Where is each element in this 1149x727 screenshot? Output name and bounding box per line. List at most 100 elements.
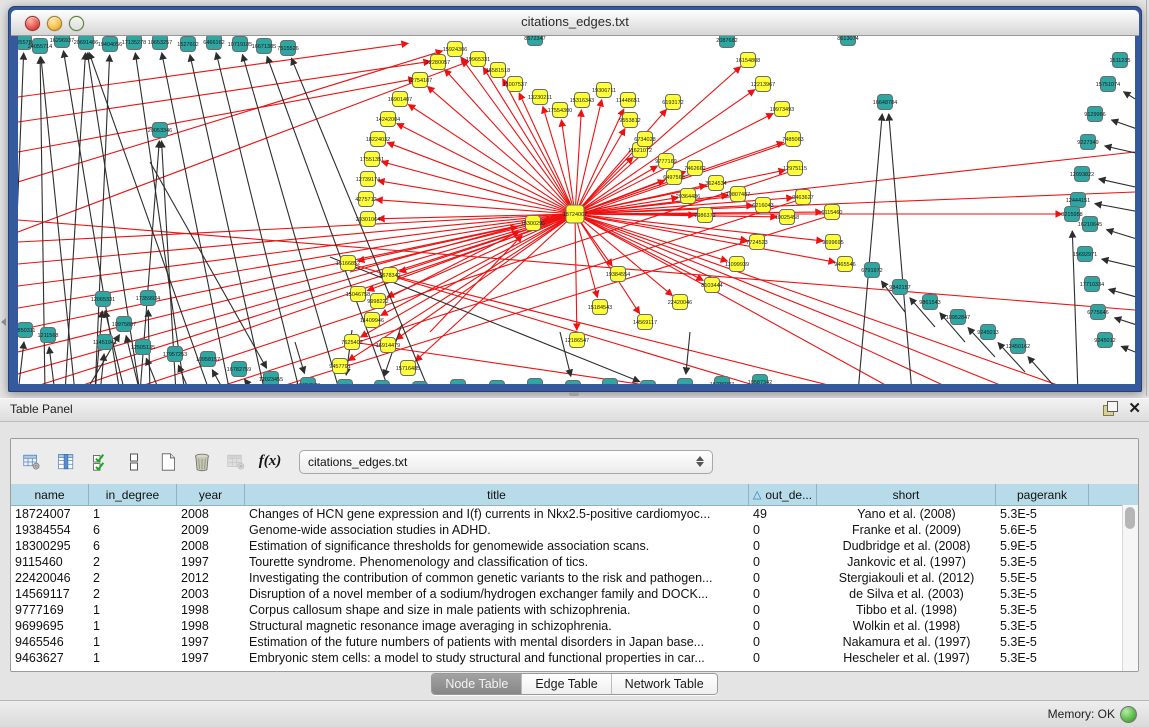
graph-node[interactable]: 17359934 (136, 291, 160, 306)
graph-node[interactable]: 9842157 (889, 280, 910, 295)
table-row[interactable]: 977716911998Corpus callosum shape and si… (11, 602, 1138, 618)
graph-node[interactable]: 13230211 (528, 90, 552, 105)
column-header-name[interactable]: name (11, 484, 89, 505)
graph-node[interactable]: 6216043 (752, 198, 773, 213)
graph-node[interactable]: 2087682 (716, 36, 737, 48)
column-header-title[interactable]: title (245, 484, 749, 505)
graph-node[interactable]: 15184543 (588, 300, 612, 315)
graph-node[interactable]: 9463627 (792, 190, 813, 205)
graph-node[interactable]: 9634521 (674, 379, 695, 385)
graph-node[interactable]: 9129966 (1084, 107, 1105, 122)
graph-node[interactable]: 15924306 (443, 42, 467, 57)
graph-node[interactable]: 6497568 (663, 170, 684, 185)
graph-node[interactable]: 11448651 (616, 93, 640, 108)
graph-node[interactable]: 12093822 (1070, 167, 1094, 182)
network-canvas[interactable]: 2228005712754187169014071424200418224032… (18, 36, 1135, 384)
graph-node[interactable]: 5678342 (379, 268, 400, 283)
graph-node[interactable]: 10587342 (748, 375, 772, 385)
graph-node[interactable]: 9245013 (977, 325, 998, 340)
graph-node[interactable]: 12023485 (485, 381, 509, 385)
graph-node[interactable]: 7724523 (746, 235, 767, 250)
graph-node[interactable]: 19965331 (466, 52, 490, 67)
graph-node[interactable]: 17551351 (360, 152, 384, 167)
graph-node[interactable]: 17957253 (163, 347, 187, 362)
delete-table-button[interactable] (187, 446, 217, 478)
graph-node[interactable]: 16154808 (736, 53, 760, 68)
table-vertical-scrollbar[interactable] (1122, 505, 1138, 671)
graph-node[interactable]: 9457791 (329, 359, 350, 374)
graph-node[interactable]: 6466162 (203, 36, 224, 50)
graph-node[interactable]: 10975887 (112, 317, 136, 332)
graph-node[interactable]: 7485063 (782, 132, 803, 147)
graph-node[interactable]: 16671385 (252, 39, 276, 54)
graph-node[interactable]: 7986372 (694, 208, 715, 223)
graph-node[interactable]: 11099939 (725, 257, 749, 272)
graph-node[interactable]: 15716485 (396, 361, 420, 376)
graph-node[interactable]: 1211568 (37, 328, 58, 343)
table-row[interactable]: 2242004622012Investigating the contribut… (11, 570, 1138, 586)
column-header-short[interactable]: short (817, 484, 996, 505)
graph-node[interactable]: 12450162 (1006, 339, 1030, 354)
graph-node[interactable]: 12065331 (91, 292, 115, 307)
graph-node[interactable]: 10653257 (148, 36, 172, 50)
select-columns-button[interactable] (85, 446, 115, 478)
tab-node-table[interactable]: Node Table (432, 674, 521, 694)
column-header-in_degree[interactable]: in_degree (89, 484, 177, 505)
graph-node[interactable]: 9553812 (619, 113, 640, 128)
graph-node[interactable]: 10973493 (770, 102, 794, 117)
graph-node[interactable]: 18724007 (563, 205, 587, 223)
graph-node[interactable]: 15316343 (570, 93, 594, 108)
graph-node[interactable]: 14523187 (523, 379, 547, 385)
graph-node[interactable]: 16210645 (1078, 217, 1102, 232)
table-row[interactable]: 1456911722003Disruption of a novel membe… (11, 586, 1138, 602)
network-view-window[interactable]: citations_edges.txt 22280057127541871690… (8, 6, 1142, 392)
graph-node[interactable]: 19306711 (592, 83, 616, 98)
graph-node[interactable]: 6791972 (861, 263, 882, 278)
graph-node[interactable]: 14569117 (633, 315, 657, 330)
graph-node[interactable]: 7625402 (341, 335, 362, 350)
table-row[interactable]: 1938455462009Genome-wide association stu… (11, 522, 1138, 538)
graph-node[interactable]: 10807487 (726, 187, 750, 202)
graph-node[interactable]: 8572347 (524, 36, 545, 46)
graph-node[interactable]: 12754187 (408, 73, 432, 88)
graph-node[interactable]: 12213967 (751, 77, 775, 92)
table-row[interactable]: 946362711997Embryonic stem cells: a mode… (11, 650, 1138, 666)
graph-node[interactable]: 9861543 (919, 295, 940, 310)
graph-node[interactable]: 1511235 (1109, 53, 1130, 68)
create-table-button[interactable] (153, 446, 183, 478)
graph-node[interactable]: 14242004 (376, 112, 400, 127)
network-graph-svg[interactable]: 2228005712754187169014071424200418224032… (18, 36, 1135, 384)
graph-node[interactable]: 8215958 (1061, 207, 1082, 222)
column-header-year[interactable]: year (177, 484, 245, 505)
column-header-out_de[interactable]: △out_de... (749, 484, 817, 505)
graph-node[interactable]: 10719185 (228, 37, 252, 52)
graph-node[interactable]: 16456132 (370, 381, 394, 385)
graph-node[interactable]: 7515526 (277, 41, 298, 56)
graph-node[interactable]: 9245012 (1094, 333, 1115, 348)
graph-node[interactable]: 6193172 (662, 95, 683, 110)
memory-status-led[interactable] (1120, 706, 1137, 723)
tab-edge-table[interactable]: Edge Table (521, 674, 610, 694)
graph-node[interactable]: 17710334 (1080, 277, 1104, 292)
graph-node[interactable]: 16782759 (227, 362, 251, 377)
graph-node[interactable]: 3624534 (705, 176, 726, 191)
graph-node[interactable]: 9115460 (821, 205, 842, 220)
graph-node[interactable]: 9152643 (562, 381, 583, 385)
column-header-pagerank[interactable]: pagerank (996, 484, 1089, 505)
graph-node[interactable]: 1850311 (18, 323, 36, 338)
graph-node[interactable]: 9465546 (834, 257, 855, 272)
graph-node[interactable]: 9998222 (367, 294, 388, 309)
show-column-button[interactable] (51, 446, 81, 478)
graph-node[interactable]: 7462662 (684, 161, 705, 176)
graph-node[interactable]: 19404056 (98, 37, 122, 52)
graph-node[interactable]: 22280057 (426, 55, 450, 70)
graph-node[interactable]: 15751074 (1096, 77, 1120, 92)
graph-node[interactable]: 9853278 (334, 380, 355, 385)
horizontal-splitter-handle[interactable] (569, 392, 579, 396)
graph-node[interactable]: 10342763 (408, 382, 432, 385)
graph-node[interactable]: 12505135 (131, 340, 155, 355)
graph-node[interactable]: 16296937 (50, 36, 74, 48)
graph-node[interactable]: 16581518 (486, 63, 510, 78)
graph-node[interactable]: 20691406 (74, 36, 98, 50)
graph-node[interactable]: 10952847 (946, 310, 970, 325)
